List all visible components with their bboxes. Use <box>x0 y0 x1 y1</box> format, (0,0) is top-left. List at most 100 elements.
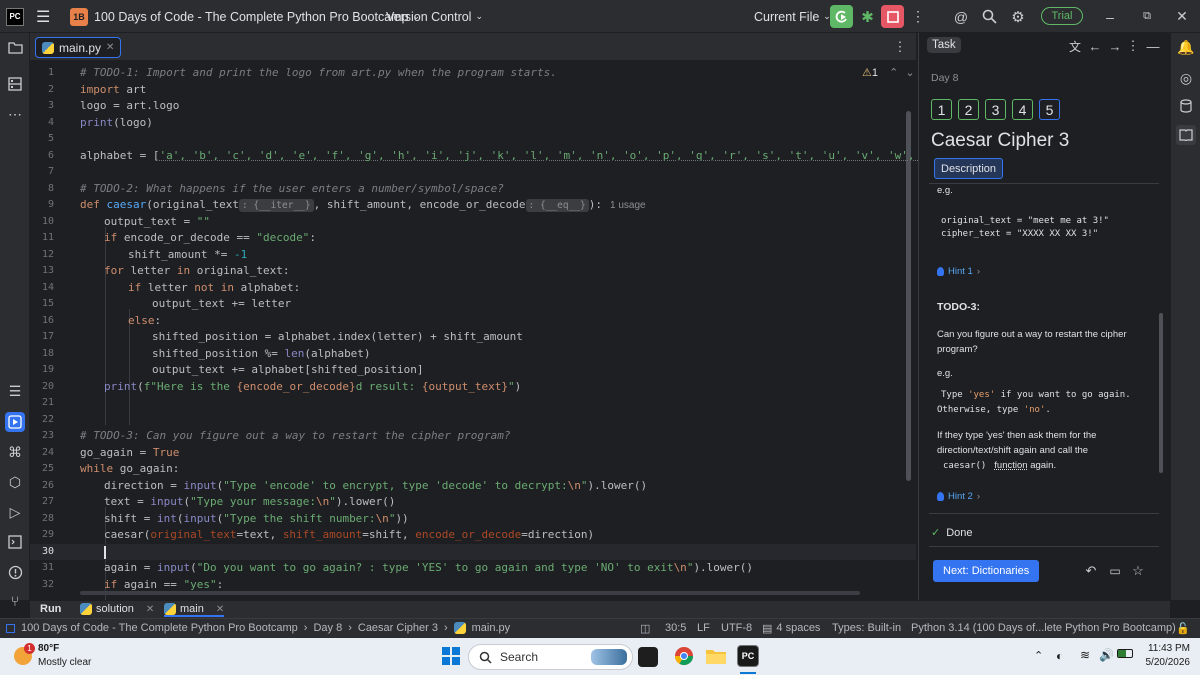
line-number[interactable]: 21 <box>30 395 54 412</box>
code-line[interactable]: 12 shift_amount *= -1 <box>30 247 916 264</box>
more-tools-icon[interactable]: ⋯ <box>5 104 25 124</box>
cursor-position[interactable]: 30:5 <box>665 622 686 634</box>
code-line[interactable]: 17 shifted_position = alphabet.index(lett… <box>30 329 916 346</box>
line-number[interactable]: 20 <box>30 379 54 396</box>
code-line[interactable]: 8 # TODO-2: What happens if the user ente… <box>30 181 916 198</box>
line-number[interactable]: 19 <box>30 362 54 379</box>
line-number[interactable]: 7 <box>30 164 54 181</box>
line-number[interactable]: 3 <box>30 98 54 115</box>
stop-icon[interactable] <box>881 5 904 28</box>
code-line[interactable]: 2 import art <box>30 82 916 99</box>
clock-time[interactable]: 11:43 PM <box>1144 643 1190 654</box>
panel-options-icon[interactable]: ⋮ <box>1127 38 1140 54</box>
step-3-button[interactable]: 3 <box>985 99 1006 120</box>
hint-2-link[interactable]: Hint 2 › <box>937 491 980 502</box>
back-arrow-icon[interactable]: ← <box>1087 38 1103 54</box>
database-icon[interactable] <box>1176 96 1196 116</box>
star-icon[interactable]: ☆ <box>1130 563 1146 579</box>
breadcrumb-item[interactable]: Day 8 <box>313 622 342 634</box>
wifi-icon[interactable]: ≋ <box>1080 648 1090 662</box>
line-number[interactable]: 29 <box>30 527 54 544</box>
code-line[interactable]: 10 output_text = "" <box>30 214 916 231</box>
battery-icon[interactable] <box>1117 649 1133 658</box>
weather-desc[interactable]: Mostly clear <box>38 657 91 668</box>
python-interpreter[interactable]: Python 3.14 (100 Days of...lete Python P… <box>911 622 1176 634</box>
code-line[interactable]: 14 if letter not in alphabet: <box>30 280 916 297</box>
task-book-icon[interactable] <box>1176 125 1196 145</box>
code-line[interactable]: 28 shift = int(input("Type the shift numb… <box>30 511 916 528</box>
code-line[interactable]: 21 <box>30 395 916 412</box>
line-number[interactable]: 13 <box>30 263 54 280</box>
run-label[interactable]: Run <box>40 603 61 615</box>
translate-icon[interactable]: 文 <box>1067 38 1083 54</box>
services-icon[interactable]: ⬡ <box>5 472 25 492</box>
weather-temp[interactable]: 80°F <box>38 643 59 654</box>
line-number[interactable]: 23 <box>30 428 54 445</box>
code-line[interactable]: 31 again = input("Do you want to go again… <box>30 560 916 577</box>
close-tab-icon[interactable]: ✕ <box>146 604 154 615</box>
line-number[interactable]: 14 <box>30 280 54 297</box>
breadcrumb-item[interactable]: 100 Days of Code - The Complete Python P… <box>21 622 298 634</box>
search-icon[interactable] <box>978 5 1000 28</box>
line-number[interactable]: 25 <box>30 461 54 478</box>
code-line[interactable]: 3 logo = art.logo <box>30 98 916 115</box>
line-number[interactable]: 28 <box>30 511 54 528</box>
code-line[interactable]: 25 while go_again: <box>30 461 916 478</box>
breadcrumb-item[interactable]: main.py <box>472 622 511 634</box>
ai-assistant-icon[interactable]: @ <box>950 5 972 28</box>
line-number[interactable]: 22 <box>30 412 54 429</box>
line-number[interactable]: 24 <box>30 445 54 462</box>
run-icon[interactable] <box>830 5 853 28</box>
chrome-icon[interactable] <box>671 643 697 669</box>
line-number[interactable]: 17 <box>30 329 54 346</box>
project-folder-icon[interactable] <box>5 37 25 57</box>
task-view-icon[interactable] <box>638 647 658 667</box>
windows-start-icon[interactable] <box>438 643 464 669</box>
taskbar-search[interactable]: Search <box>468 644 633 670</box>
file-tab-main-py[interactable]: main.py ✕ <box>35 37 122 58</box>
breadcrumb-item[interactable]: Caesar Cipher 3 <box>358 622 438 634</box>
close-tab-icon[interactable]: ✕ <box>106 42 114 53</box>
code-line[interactable]: 19 output_text += alphabet[shifted_positi… <box>30 362 916 379</box>
hide-panel-icon[interactable]: — <box>1145 38 1161 54</box>
git-icon[interactable]: ⑂ <box>5 591 25 611</box>
show-hidden-icons[interactable]: ⌃ <box>1034 649 1043 662</box>
line-number[interactable]: 10 <box>30 214 54 231</box>
line-number[interactable]: 6 <box>30 148 54 165</box>
project-selector[interactable]: 1B 100 Days of Code - The Complete Pytho… <box>70 0 420 33</box>
code-line[interactable]: 29 caesar(original_text=text, shift_amoun… <box>30 527 916 544</box>
step-5-button[interactable]: 5 <box>1039 99 1060 120</box>
structure-icon[interactable] <box>5 74 25 94</box>
code-line[interactable]: 5 <box>30 131 916 148</box>
run-services-icon[interactable]: ▷ <box>5 502 25 522</box>
line-number[interactable]: 5 <box>30 131 54 148</box>
main-menu-icon[interactable]: ☰ <box>36 0 50 33</box>
code-line[interactable]: 30 <box>30 543 916 560</box>
line-number[interactable]: 26 <box>30 478 54 495</box>
run-tab-solution[interactable]: solution ✕ <box>80 603 154 615</box>
volume-icon[interactable]: 🔊 <box>1099 648 1114 662</box>
comment-icon[interactable]: ▭ <box>1107 563 1123 579</box>
code-line[interactable]: 4 print(logo) <box>30 115 916 132</box>
code-line[interactable]: 22 <box>30 412 916 429</box>
trial-badge[interactable]: Trial <box>1041 7 1083 25</box>
line-number[interactable]: 12 <box>30 247 54 264</box>
tab-options-icon[interactable]: ⋮ <box>892 37 908 57</box>
line-number[interactable]: 31 <box>30 560 54 577</box>
run-tool-icon[interactable] <box>5 412 25 432</box>
line-separator[interactable]: LF <box>697 622 710 634</box>
code-editor[interactable]: ⚠1 ⌃ ⌄ 1 # TODO-1: Import and print the l… <box>30 61 1001 600</box>
more-options-icon[interactable]: ⋮ <box>910 5 926 28</box>
code-line[interactable]: 16 else: <box>30 313 916 330</box>
code-line[interactable]: 20 print(f"Here is the {encode_or_decode}… <box>30 379 916 396</box>
line-number[interactable]: 9 <box>30 197 54 214</box>
settings-icon[interactable]: ⚙ <box>1007 5 1029 28</box>
task-scrollbar[interactable] <box>1159 313 1163 473</box>
description-tab[interactable]: Description <box>934 158 1004 179</box>
undo-icon[interactable]: ↶ <box>1083 563 1099 579</box>
file-encoding[interactable]: UTF-8 <box>721 622 752 634</box>
line-number[interactable]: 11 <box>30 230 54 247</box>
reader-mode-icon[interactable]: ◫ <box>640 622 650 635</box>
close-icon[interactable]: ✕ <box>1172 5 1192 28</box>
indent-setting[interactable]: ▤ 4 spaces <box>762 622 820 635</box>
